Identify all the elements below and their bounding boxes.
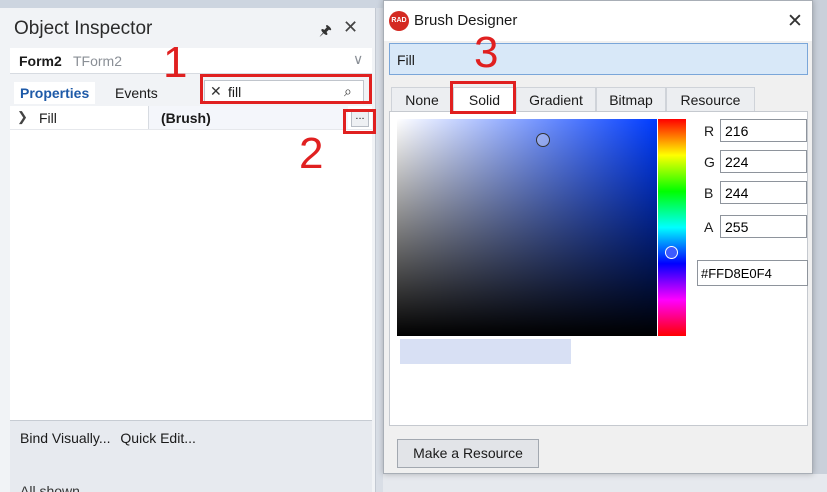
sv-cursor-handle[interactable] xyxy=(536,133,550,147)
background-strip-right xyxy=(812,0,827,492)
annotation-number-1: 1 xyxy=(163,38,188,87)
r-label: R xyxy=(704,123,715,139)
annotation-box-solid-tab xyxy=(450,81,516,114)
solid-color-panel: R G B A xyxy=(389,111,808,426)
a-label: A xyxy=(704,219,714,235)
annotation-box-search xyxy=(200,74,372,104)
property-row-fill[interactable]: ❯ Fill (Brush) ... xyxy=(10,106,372,130)
quick-edit-link[interactable]: Quick Edit... xyxy=(120,430,195,446)
property-value[interactable]: (Brush) xyxy=(148,106,348,129)
saturation-value-picker[interactable] xyxy=(397,119,657,336)
close-icon[interactable]: ✕ xyxy=(787,10,803,33)
dialog-titlebar[interactable]: RAD Brush Designer ✕ xyxy=(384,1,812,41)
component-selector[interactable]: Form2 TForm2 ∨ xyxy=(10,48,372,74)
component-name: Form2 xyxy=(19,53,62,69)
property-value-text: (Brush) xyxy=(161,110,211,126)
status-text: All shown xyxy=(20,483,80,492)
tab-events[interactable]: Events xyxy=(109,82,164,104)
make-resource-button[interactable]: Make a Resource xyxy=(397,439,539,468)
inspector-footer: Bind Visually... Quick Edit... All shown xyxy=(10,420,372,492)
color-preview-swatch xyxy=(400,339,571,364)
a-input[interactable] xyxy=(720,215,807,238)
tab-properties[interactable]: Properties xyxy=(14,82,96,104)
tab-none[interactable]: None xyxy=(391,87,453,112)
annotation-number-2: 2 xyxy=(299,129,324,178)
dialog-title: Brush Designer xyxy=(414,12,518,29)
brush-name-field[interactable]: Fill xyxy=(389,43,808,75)
g-label: G xyxy=(704,154,715,170)
pin-icon[interactable]: 🖈︎ xyxy=(319,20,332,44)
g-input[interactable] xyxy=(720,150,807,173)
brush-designer-dialog: RAD Brush Designer ✕ Fill None Solid Gra… xyxy=(383,0,813,474)
rad-logo-icon: RAD xyxy=(389,11,409,31)
brush-name-text: Fill xyxy=(397,52,415,68)
sv-black-layer xyxy=(397,119,657,336)
bind-visually-link[interactable]: Bind Visually... xyxy=(20,430,111,446)
b-label: B xyxy=(704,185,714,201)
tab-gradient[interactable]: Gradient xyxy=(516,87,596,112)
annotation-number-3: 3 xyxy=(474,28,499,77)
chevron-right-icon[interactable]: ❯ xyxy=(17,109,28,125)
chevron-down-icon[interactable]: ∨ xyxy=(353,51,363,68)
hue-slider[interactable] xyxy=(658,119,686,336)
hue-cursor-handle[interactable] xyxy=(665,246,678,259)
object-inspector-title: Object Inspector xyxy=(14,18,153,39)
hex-color-input[interactable] xyxy=(697,260,808,286)
r-input[interactable] xyxy=(720,119,807,142)
tab-bitmap[interactable]: Bitmap xyxy=(596,87,666,112)
close-icon[interactable]: ✕ xyxy=(343,17,358,38)
annotation-box-ellipsis xyxy=(343,109,376,134)
background-strip-bottom xyxy=(383,474,827,492)
footer-links: Bind Visually... Quick Edit... xyxy=(20,430,202,446)
property-name: Fill xyxy=(39,110,57,126)
tab-resource[interactable]: Resource xyxy=(666,87,755,112)
component-type: TForm2 xyxy=(73,53,122,69)
b-input[interactable] xyxy=(720,181,807,204)
